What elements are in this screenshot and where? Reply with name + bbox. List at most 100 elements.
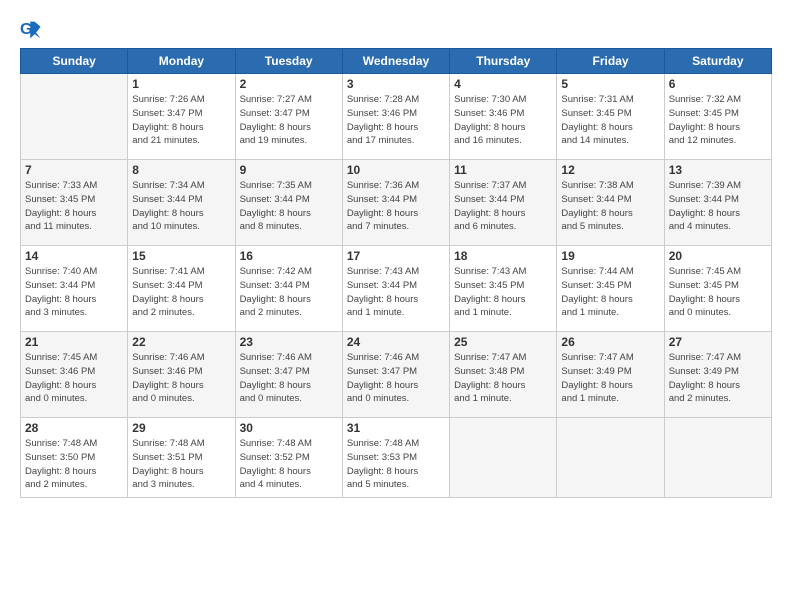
day-info: Sunrise: 7:34 AMSunset: 3:44 PMDaylight:… <box>132 179 230 234</box>
day-number: 22 <box>132 335 230 349</box>
day-of-week-header: Sunday <box>21 49 128 74</box>
calendar-cell: 15 Sunrise: 7:41 AMSunset: 3:44 PMDayligh… <box>128 246 235 332</box>
day-of-week-header: Tuesday <box>235 49 342 74</box>
day-number: 28 <box>25 421 123 435</box>
day-info: Sunrise: 7:38 AMSunset: 3:44 PMDaylight:… <box>561 179 659 234</box>
calendar-cell: 4 Sunrise: 7:30 AMSunset: 3:46 PMDaylight… <box>450 74 557 160</box>
calendar-cell: 8 Sunrise: 7:34 AMSunset: 3:44 PMDaylight… <box>128 160 235 246</box>
day-number: 23 <box>240 335 338 349</box>
calendar-cell <box>557 418 664 498</box>
day-of-week-header: Thursday <box>450 49 557 74</box>
day-info: Sunrise: 7:48 AMSunset: 3:50 PMDaylight:… <box>25 437 123 492</box>
calendar-cell: 9 Sunrise: 7:35 AMSunset: 3:44 PMDaylight… <box>235 160 342 246</box>
calendar-cell: 13 Sunrise: 7:39 AMSunset: 3:44 PMDayligh… <box>664 160 771 246</box>
day-info: Sunrise: 7:26 AMSunset: 3:47 PMDaylight:… <box>132 93 230 148</box>
calendar-cell: 12 Sunrise: 7:38 AMSunset: 3:44 PMDayligh… <box>557 160 664 246</box>
day-number: 27 <box>669 335 767 349</box>
day-of-week-header: Friday <box>557 49 664 74</box>
day-number: 7 <box>25 163 123 177</box>
day-number: 29 <box>132 421 230 435</box>
day-info: Sunrise: 7:46 AMSunset: 3:47 PMDaylight:… <box>240 351 338 406</box>
day-number: 21 <box>25 335 123 349</box>
calendar-cell: 29 Sunrise: 7:48 AMSunset: 3:51 PMDayligh… <box>128 418 235 498</box>
day-info: Sunrise: 7:48 AMSunset: 3:53 PMDaylight:… <box>347 437 445 492</box>
calendar-cell: 11Sunrise: 7:37 AMSunset: 3:44 PMDayligh… <box>450 160 557 246</box>
day-number: 6 <box>669 77 767 91</box>
calendar-cell: 23 Sunrise: 7:46 AMSunset: 3:47 PMDayligh… <box>235 332 342 418</box>
calendar-cell <box>450 418 557 498</box>
calendar-cell: 25 Sunrise: 7:47 AMSunset: 3:48 PMDayligh… <box>450 332 557 418</box>
day-number: 1 <box>132 77 230 91</box>
calendar-cell: 26 Sunrise: 7:47 AMSunset: 3:49 PMDayligh… <box>557 332 664 418</box>
day-info: Sunrise: 7:47 AMSunset: 3:49 PMDaylight:… <box>561 351 659 406</box>
day-number: 19 <box>561 249 659 263</box>
day-number: 4 <box>454 77 552 91</box>
calendar-cell: 7 Sunrise: 7:33 AMSunset: 3:45 PMDaylight… <box>21 160 128 246</box>
day-info: Sunrise: 7:30 AMSunset: 3:46 PMDaylight:… <box>454 93 552 148</box>
day-number: 16 <box>240 249 338 263</box>
day-info: Sunrise: 7:48 AMSunset: 3:52 PMDaylight:… <box>240 437 338 492</box>
day-info: Sunrise: 7:47 AMSunset: 3:48 PMDaylight:… <box>454 351 552 406</box>
day-info: Sunrise: 7:45 AMSunset: 3:45 PMDaylight:… <box>669 265 767 320</box>
day-number: 12 <box>561 163 659 177</box>
day-of-week-header: Monday <box>128 49 235 74</box>
calendar-cell: 16 Sunrise: 7:42 AMSunset: 3:44 PMDayligh… <box>235 246 342 332</box>
calendar-header-row: SundayMondayTuesdayWednesdayThursdayFrid… <box>21 49 772 74</box>
day-number: 3 <box>347 77 445 91</box>
day-number: 13 <box>669 163 767 177</box>
calendar-cell: 17 Sunrise: 7:43 AMSunset: 3:44 PMDayligh… <box>342 246 449 332</box>
calendar-cell: 1 Sunrise: 7:26 AMSunset: 3:47 PMDaylight… <box>128 74 235 160</box>
calendar-cell <box>21 74 128 160</box>
day-info: Sunrise: 7:42 AMSunset: 3:44 PMDaylight:… <box>240 265 338 320</box>
calendar-cell: 18 Sunrise: 7:43 AMSunset: 3:45 PMDayligh… <box>450 246 557 332</box>
day-info: Sunrise: 7:37 AMSunset: 3:44 PMDaylight:… <box>454 179 552 234</box>
calendar-cell: 30 Sunrise: 7:48 AMSunset: 3:52 PMDayligh… <box>235 418 342 498</box>
day-info: Sunrise: 7:48 AMSunset: 3:51 PMDaylight:… <box>132 437 230 492</box>
day-number: 30 <box>240 421 338 435</box>
day-number: 18 <box>454 249 552 263</box>
calendar-cell: 24Sunrise: 7:46 AMSunset: 3:47 PMDayligh… <box>342 332 449 418</box>
day-of-week-header: Wednesday <box>342 49 449 74</box>
day-number: 10 <box>347 163 445 177</box>
day-number: 9 <box>240 163 338 177</box>
day-info: Sunrise: 7:43 AMSunset: 3:45 PMDaylight:… <box>454 265 552 320</box>
day-number: 20 <box>669 249 767 263</box>
day-number: 5 <box>561 77 659 91</box>
day-number: 24 <box>347 335 445 349</box>
day-number: 31 <box>347 421 445 435</box>
day-info: Sunrise: 7:40 AMSunset: 3:44 PMDaylight:… <box>25 265 123 320</box>
day-number: 26 <box>561 335 659 349</box>
day-info: Sunrise: 7:31 AMSunset: 3:45 PMDaylight:… <box>561 93 659 148</box>
calendar-cell: 22 Sunrise: 7:46 AMSunset: 3:46 PMDayligh… <box>128 332 235 418</box>
calendar-cell: 10Sunrise: 7:36 AMSunset: 3:44 PMDayligh… <box>342 160 449 246</box>
day-of-week-header: Saturday <box>664 49 771 74</box>
calendar-cell: 21Sunrise: 7:45 AMSunset: 3:46 PMDayligh… <box>21 332 128 418</box>
calendar-cell: 20 Sunrise: 7:45 AMSunset: 3:45 PMDayligh… <box>664 246 771 332</box>
day-number: 17 <box>347 249 445 263</box>
calendar-cell: 2Sunrise: 7:27 AMSunset: 3:47 PMDaylight… <box>235 74 342 160</box>
day-info: Sunrise: 7:28 AMSunset: 3:46 PMDaylight:… <box>347 93 445 148</box>
day-info: Sunrise: 7:35 AMSunset: 3:44 PMDaylight:… <box>240 179 338 234</box>
calendar-cell <box>664 418 771 498</box>
logo: G <box>20 18 46 40</box>
calendar-cell: 27 Sunrise: 7:47 AMSunset: 3:49 PMDayligh… <box>664 332 771 418</box>
calendar-cell: 19 Sunrise: 7:44 AMSunset: 3:45 PMDayligh… <box>557 246 664 332</box>
calendar-cell: 14 Sunrise: 7:40 AMSunset: 3:44 PMDayligh… <box>21 246 128 332</box>
day-number: 14 <box>25 249 123 263</box>
day-number: 2 <box>240 77 338 91</box>
logo-icon: G <box>20 18 42 40</box>
day-info: Sunrise: 7:46 AMSunset: 3:46 PMDaylight:… <box>132 351 230 406</box>
day-number: 25 <box>454 335 552 349</box>
page: G SundayMondayTuesdayWednesdayThursdayFr… <box>0 0 792 612</box>
day-info: Sunrise: 7:33 AMSunset: 3:45 PMDaylight:… <box>25 179 123 234</box>
day-number: 8 <box>132 163 230 177</box>
calendar-cell: 28 Sunrise: 7:48 AMSunset: 3:50 PMDayligh… <box>21 418 128 498</box>
day-info: Sunrise: 7:41 AMSunset: 3:44 PMDaylight:… <box>132 265 230 320</box>
day-info: Sunrise: 7:43 AMSunset: 3:44 PMDaylight:… <box>347 265 445 320</box>
day-number: 15 <box>132 249 230 263</box>
day-info: Sunrise: 7:47 AMSunset: 3:49 PMDaylight:… <box>669 351 767 406</box>
calendar-table: SundayMondayTuesdayWednesdayThursdayFrid… <box>20 48 772 498</box>
day-info: Sunrise: 7:44 AMSunset: 3:45 PMDaylight:… <box>561 265 659 320</box>
day-info: Sunrise: 7:39 AMSunset: 3:44 PMDaylight:… <box>669 179 767 234</box>
calendar-cell: 3 Sunrise: 7:28 AMSunset: 3:46 PMDaylight… <box>342 74 449 160</box>
